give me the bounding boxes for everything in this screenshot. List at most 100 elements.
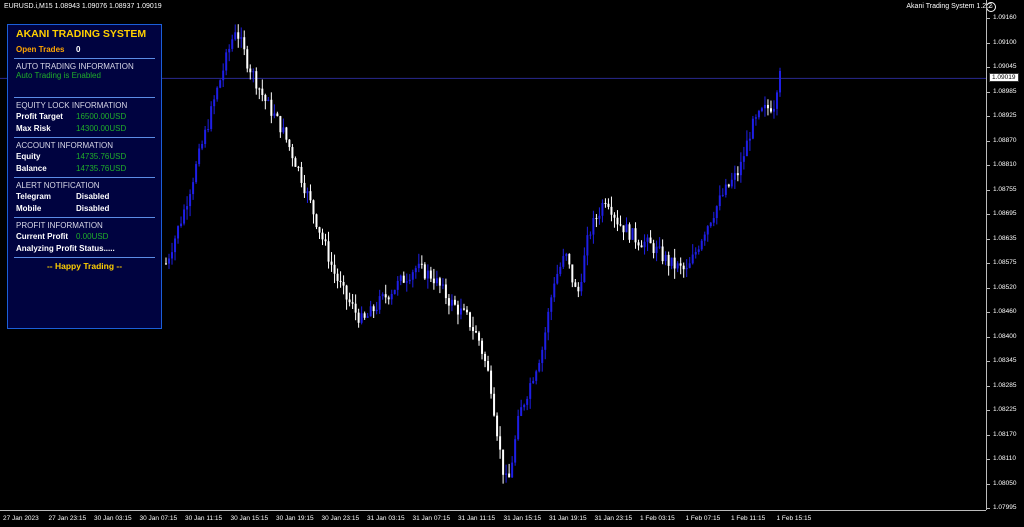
candle-body xyxy=(165,263,167,265)
panel-title: AKANI TRADING SYSTEM xyxy=(16,28,147,40)
time-tick: 31 Jan 19:15 xyxy=(549,515,587,522)
candle-body xyxy=(297,166,300,168)
candle-body xyxy=(649,237,652,244)
balance-value: 14735.76USD xyxy=(76,163,127,173)
candle-body xyxy=(180,223,183,227)
price-tick: 1.08050 xyxy=(987,479,1017,487)
auto-trading-status: Auto Trading is Enabled xyxy=(16,71,101,80)
price-tick: 1.08635 xyxy=(987,234,1017,242)
candle-body xyxy=(381,294,384,297)
candle-body xyxy=(378,296,381,310)
price-tick: 1.08170 xyxy=(987,430,1017,438)
candle-body xyxy=(532,380,535,384)
happy-trading-footer: -- Happy Trading -- xyxy=(46,261,123,271)
candle-body xyxy=(580,281,583,292)
candle-body xyxy=(565,253,568,257)
candle-body xyxy=(357,312,360,323)
candle-body xyxy=(453,299,456,305)
candle-body xyxy=(333,264,336,274)
account-heading: ACCOUNT INFORMATION xyxy=(16,141,114,150)
candle-body xyxy=(420,263,423,265)
candle-body xyxy=(634,228,637,243)
open-trades-value: 0 xyxy=(76,44,81,54)
candle-body xyxy=(694,251,697,255)
candle-body xyxy=(706,226,709,235)
candle-body xyxy=(234,32,237,40)
candle-body xyxy=(336,273,339,281)
divider xyxy=(14,217,155,218)
candle-body xyxy=(183,209,186,224)
candle-body xyxy=(481,340,484,354)
candle-body xyxy=(291,147,294,159)
candle-body xyxy=(438,278,441,286)
candle-body xyxy=(610,206,613,215)
candle-body xyxy=(270,99,273,116)
price-tick: 1.08985 xyxy=(987,87,1017,95)
candle-body xyxy=(685,267,688,270)
analyzing-status: Analyzing Profit Status..... xyxy=(16,243,115,253)
candle-body xyxy=(414,268,417,273)
candle-body xyxy=(730,179,733,187)
telegram-value: Disabled xyxy=(76,191,110,201)
candle-body xyxy=(324,239,327,242)
balance-label: Balance xyxy=(16,163,47,173)
candle-body xyxy=(745,140,748,157)
candle-body xyxy=(514,439,517,463)
current-profit-value: 0.00USD xyxy=(76,231,109,241)
candle-body xyxy=(318,227,321,233)
current-profit-label: Current Profit xyxy=(16,231,68,241)
candle-body xyxy=(769,108,772,112)
candle-body xyxy=(384,294,387,298)
candle-body xyxy=(613,214,616,218)
price-tick: 1.08345 xyxy=(987,357,1017,364)
candle-body xyxy=(487,361,490,371)
price-tick: 1.09160 xyxy=(987,14,1017,21)
candle-body xyxy=(733,173,736,180)
mobile-value: Disabled xyxy=(76,203,110,213)
price-tick: 1.08460 xyxy=(987,308,1017,315)
price-tick: 1.08110 xyxy=(986,455,1017,462)
price-axis[interactable]: 1.09160 1.09100 1.09045 1.08985 1.08925 1.088… xyxy=(986,0,1024,511)
candle-body xyxy=(279,116,282,133)
profit-heading: PROFIT INFORMATION xyxy=(16,221,103,230)
candle-body xyxy=(354,303,357,313)
time-tick: 31 Jan 11:15 xyxy=(458,515,496,522)
candle-body xyxy=(559,266,562,274)
candle-body xyxy=(751,118,754,139)
time-axis[interactable]: 27 Jan 2023 27 Jan 23:15 30 Jan 03:15 30 Ja… xyxy=(0,510,986,527)
candle-body xyxy=(766,104,769,109)
candle-body xyxy=(775,92,778,109)
candle-body xyxy=(444,284,447,299)
candle-body xyxy=(574,282,577,287)
candle-body xyxy=(622,225,625,233)
candle-body xyxy=(595,218,598,220)
candle-body xyxy=(607,203,610,207)
candle-body xyxy=(646,237,649,242)
price-tick: 1.08400 xyxy=(987,332,1017,340)
candle-body xyxy=(264,95,267,101)
candle-body xyxy=(459,308,462,315)
candle-body xyxy=(763,104,766,109)
equity-lock-heading: EQUITY LOCK INFORMATION xyxy=(16,101,128,110)
candle-body xyxy=(312,200,315,215)
candle-body xyxy=(294,158,297,167)
candle-body xyxy=(195,164,198,183)
candle-body xyxy=(757,110,760,118)
candle-body xyxy=(177,226,180,239)
candle-body xyxy=(399,275,402,281)
candle-body xyxy=(604,202,607,204)
candle-body xyxy=(222,70,225,81)
candle-body xyxy=(772,108,775,112)
candle-body xyxy=(342,282,345,286)
candle-body xyxy=(408,279,411,282)
candle-body xyxy=(496,415,499,437)
open-trades-label: Open Trades xyxy=(16,44,65,54)
time-tick: 30 Jan 11:15 xyxy=(185,515,223,522)
candle-body xyxy=(472,327,474,332)
candle-body xyxy=(754,117,757,119)
candle-body xyxy=(526,398,529,405)
candle-body xyxy=(435,278,438,284)
candle-body xyxy=(387,297,390,300)
candle-body xyxy=(748,138,751,141)
candle-body xyxy=(327,241,330,262)
